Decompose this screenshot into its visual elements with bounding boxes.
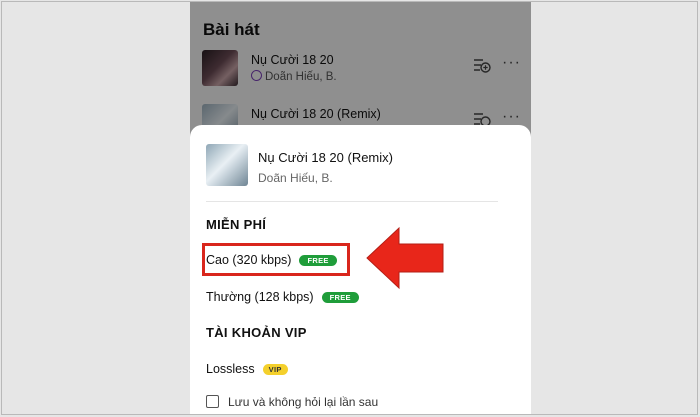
sheet-song-cover <box>206 144 248 186</box>
vip-group-heading: TÀI KHOẢN VIP <box>206 325 307 340</box>
selection-highlight-box <box>202 243 350 276</box>
quality-option-label: Lossless <box>206 362 255 376</box>
screenshot-frame: Bài hát Nụ Cười 18 20 Doãn Hiếu, B. ··· … <box>1 1 698 415</box>
red-arrow-annotation <box>366 226 444 290</box>
sheet-song-artist: Doãn Hiếu, B. <box>258 171 333 185</box>
vip-badge: VIP <box>262 364 288 375</box>
checkbox-icon[interactable] <box>206 395 219 408</box>
phone-screen: Bài hát Nụ Cười 18 20 Doãn Hiếu, B. ··· … <box>190 2 531 414</box>
quality-option-128[interactable]: Thường (128 kbps) FREE <box>206 290 359 304</box>
sheet-song-title: Nụ Cười 18 20 (Remix) <box>258 150 393 165</box>
quality-option-lossless[interactable]: Lossless VIP <box>206 362 288 376</box>
quality-option-label: Thường (128 kbps) <box>206 290 314 304</box>
remember-choice-row[interactable]: Lưu và không hỏi lại lần sau <box>206 395 378 409</box>
free-group-heading: MIỄN PHÍ <box>206 217 267 232</box>
remember-choice-label: Lưu và không hỏi lại lần sau <box>228 395 379 409</box>
divider <box>206 201 498 202</box>
quality-bottom-sheet: Nụ Cười 18 20 (Remix) Doãn Hiếu, B. MIỄN… <box>190 125 531 414</box>
free-badge: FREE <box>321 292 359 303</box>
